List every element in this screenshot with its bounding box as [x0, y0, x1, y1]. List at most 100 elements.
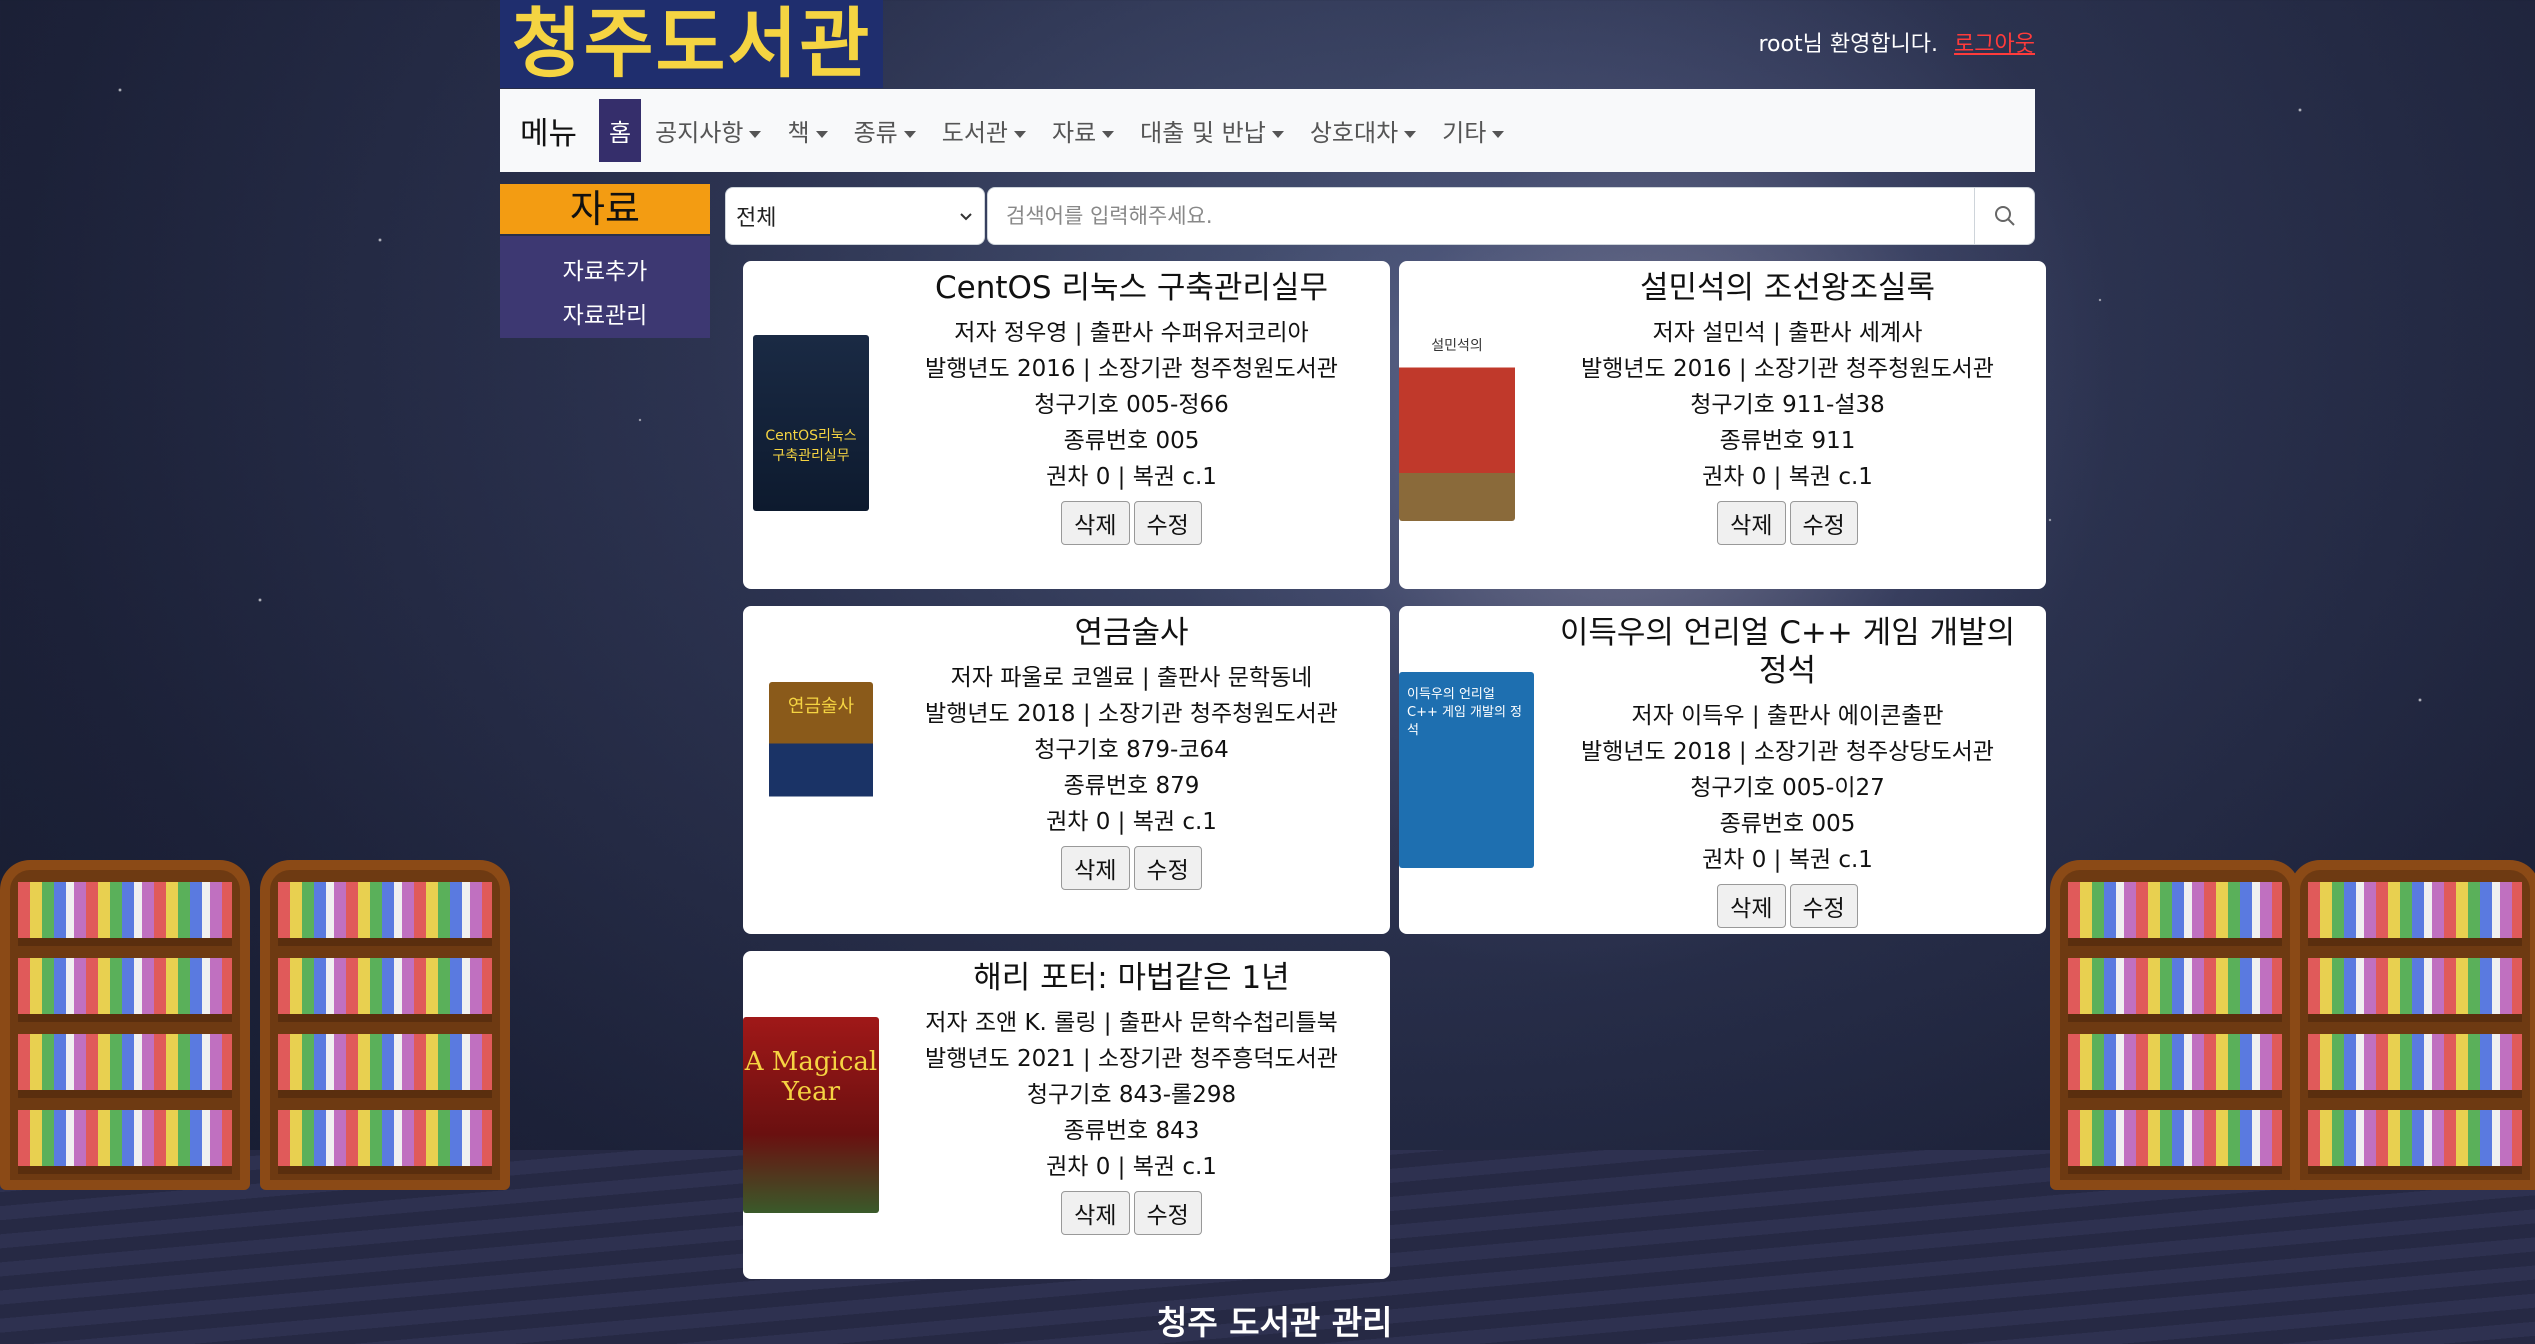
book-volume: 권차 0 | 복권 c.1 — [1046, 809, 1217, 835]
book-volume: 권차 0 | 복권 c.1 — [1702, 464, 1873, 490]
search-bar: 전체 검색어를 입력해주세요. — [725, 187, 2035, 245]
nav-label: 기타 — [1442, 119, 1487, 147]
edit-button[interactable]: 수정 — [1789, 501, 1858, 545]
book-volume: 권차 0 | 복권 c.1 — [1046, 464, 1217, 490]
book-info: CentOS 리눅스 구축관리실무 저자 정우영 | 출판사 수퍼유저코리아 발… — [883, 269, 1380, 545]
book-volume: 권차 0 | 복권 c.1 — [1702, 847, 1873, 873]
book-year-library: 발행년도 2021 | 소장기관 청주흥덕도서관 — [925, 1046, 1338, 1072]
cover-title: 연금술사 — [787, 696, 855, 717]
nav-item-library[interactable]: 도서관 — [942, 113, 1026, 148]
caret-down-icon — [903, 130, 916, 138]
book-call-number: 청구기호 005-이27 — [1690, 775, 1885, 801]
book-cover-image: 이득우의 언리얼 C++ 게임 개발의 정석 — [1399, 672, 1534, 868]
book-info: 해리 포터: 마법같은 1년 저자 조앤 K. 롤링 | 출판사 문학수첩리틀북… — [883, 959, 1380, 1235]
delete-button[interactable]: 삭제 — [1061, 501, 1130, 545]
search-icon — [1994, 206, 2015, 226]
book-title[interactable]: 해리 포터: 마법같은 1년 — [883, 959, 1380, 997]
nav-label: 책 — [787, 119, 810, 147]
book-title[interactable]: CentOS 리눅스 구축관리실무 — [883, 269, 1380, 307]
sidebar-item-add[interactable]: 자료추가 — [500, 250, 710, 294]
nav-label: 대출 및 반납 — [1140, 119, 1266, 147]
book-call-number: 청구기호 843-롤298 — [1026, 1082, 1237, 1108]
bookshelf-decoration — [2290, 860, 2535, 1190]
caret-down-icon — [1102, 130, 1115, 138]
caret-down-icon — [815, 130, 828, 138]
search-button[interactable] — [1975, 187, 2035, 245]
edit-button[interactable]: 수정 — [1133, 846, 1202, 890]
nav-label: 종류 — [853, 119, 898, 147]
nav-item-home[interactable]: 홈 — [599, 99, 642, 162]
sidebar-menu: 자료추가 자료관리 — [500, 236, 710, 338]
delete-button[interactable]: 삭제 — [1061, 1191, 1130, 1235]
book-class-number: 종류번호 005 — [1063, 428, 1200, 454]
book-cover-image: 연금술사 — [769, 682, 873, 858]
nav-item-books[interactable]: 책 — [787, 113, 828, 148]
delete-button[interactable]: 삭제 — [1061, 846, 1130, 890]
delete-button[interactable]: 삭제 — [1717, 884, 1786, 928]
caret-down-icon — [1271, 130, 1284, 138]
book-call-number: 청구기호 911-설38 — [1690, 392, 1885, 418]
book-card: CentOS리눅스 구축관리실무 CentOS 리눅스 구축관리실무 저자 정우… — [743, 261, 1390, 589]
book-class-number: 종류번호 911 — [1719, 428, 1856, 454]
book-title[interactable]: 설민석의 조선왕조실록 — [1539, 269, 2036, 307]
book-class-number: 종류번호 843 — [1063, 1118, 1200, 1144]
caret-down-icon — [1013, 130, 1026, 138]
book-cover-image: A Magical Year — [743, 1017, 879, 1213]
edit-button[interactable]: 수정 — [1133, 501, 1202, 545]
welcome-area: root님 환영합니다. 로그아웃 — [1758, 26, 2035, 58]
book-author-publisher: 저자 설민석 | 출판사 세계사 — [1652, 320, 1923, 346]
nav-brand: 메뉴 — [520, 116, 578, 152]
delete-button[interactable]: 삭제 — [1717, 501, 1786, 545]
footer-text: 청주 도서관 관리 — [1157, 1303, 1393, 1342]
book-card: 이득우의 언리얼 C++ 게임 개발의 정석 이득우의 언리얼 C++ 게임 개… — [1399, 606, 2046, 934]
book-cover-image: 설민석의 — [1399, 329, 1515, 521]
nav-item-etc[interactable]: 기타 — [1442, 113, 1505, 148]
cover-title: A Magical Year — [744, 1047, 878, 1107]
book-info: 설민석의 조선왕조실록 저자 설민석 | 출판사 세계사 발행년도 2016 |… — [1539, 269, 2036, 545]
caret-down-icon — [1492, 130, 1505, 138]
top-navbar: 메뉴 홈 공지사항 책 종류 도서관 자료 대출 및 반납 상호대차 기타 — [500, 89, 2035, 172]
caret-down-icon — [1404, 130, 1417, 138]
sidebar-title: 자료 — [500, 184, 710, 234]
caret-down-icon — [749, 130, 762, 138]
book-card: 연금술사 연금술사 저자 파울로 코엘료 | 출판사 문학동네 발행년도 201… — [743, 606, 1390, 934]
search-input[interactable]: 검색어를 입력해주세요. — [987, 187, 1975, 245]
book-info: 연금술사 저자 파울로 코엘료 | 출판사 문학동네 발행년도 2018 | 소… — [883, 614, 1380, 890]
book-info: 이득우의 언리얼 C++ 게임 개발의 정석 저자 이득우 | 출판사 에이콘출… — [1539, 614, 2036, 928]
book-author-publisher: 저자 조앤 K. 롤링 | 출판사 문학수첩리틀북 — [925, 1010, 1338, 1036]
cover-title: CentOS리눅스 구축관리실무 — [765, 428, 857, 464]
book-card: 설민석의 설민석의 조선왕조실록 저자 설민석 | 출판사 세계사 발행년도 2… — [1399, 261, 2046, 589]
bookshelf-decoration — [260, 860, 510, 1190]
book-title[interactable]: 연금술사 — [883, 614, 1380, 652]
book-class-number: 종류번호 879 — [1063, 773, 1200, 799]
book-class-number: 종류번호 005 — [1719, 811, 1856, 837]
book-year-library: 발행년도 2018 | 소장기관 청주상당도서관 — [1581, 739, 1994, 765]
book-volume: 권차 0 | 복권 c.1 — [1046, 1154, 1217, 1180]
cover-title: 설민석의 — [1431, 338, 1483, 354]
edit-button[interactable]: 수정 — [1133, 1191, 1202, 1235]
cover-title: 이득우의 언리얼 C++ 게임 개발의 정석 — [1407, 687, 1523, 738]
nav-item-materials[interactable]: 자료 — [1051, 113, 1115, 148]
welcome-text: root님 환영합니다. — [1758, 32, 1939, 57]
search-category-select[interactable]: 전체 — [725, 187, 985, 245]
sidebar-item-manage[interactable]: 자료관리 — [500, 294, 710, 338]
nav-label: 상호대차 — [1309, 119, 1399, 147]
nav-item-category[interactable]: 종류 — [854, 113, 916, 148]
book-title[interactable]: 이득우의 언리얼 C++ 게임 개발의 정석 — [1539, 614, 2036, 690]
nav-item-notice[interactable]: 공지사항 — [655, 113, 762, 148]
edit-button[interactable]: 수정 — [1789, 884, 1858, 928]
bookshelf-decoration — [2050, 860, 2300, 1190]
logout-link[interactable]: 로그아웃 — [1954, 32, 2035, 57]
book-call-number: 청구기호 005-정66 — [1034, 392, 1229, 418]
book-call-number: 청구기호 879-코64 — [1034, 737, 1229, 763]
nav-label: 공지사항 — [655, 119, 744, 147]
nav-item-loan[interactable]: 대출 및 반납 — [1140, 113, 1284, 148]
nav-item-interlibrary[interactable]: 상호대차 — [1309, 113, 1417, 148]
site-logo[interactable]: 청주도서관 — [500, 0, 883, 88]
book-author-publisher: 저자 정우영 | 출판사 수퍼유저코리아 — [954, 320, 1309, 346]
book-author-publisher: 저자 이득우 | 출판사 에이콘출판 — [1631, 703, 1944, 729]
book-year-library: 발행년도 2016 | 소장기관 청주청원도서관 — [1581, 356, 1994, 382]
nav-label: 자료 — [1051, 119, 1097, 147]
book-year-library: 발행년도 2016 | 소장기관 청주청원도서관 — [925, 356, 1338, 382]
book-author-publisher: 저자 파울로 코엘료 | 출판사 문학동네 — [950, 665, 1313, 691]
